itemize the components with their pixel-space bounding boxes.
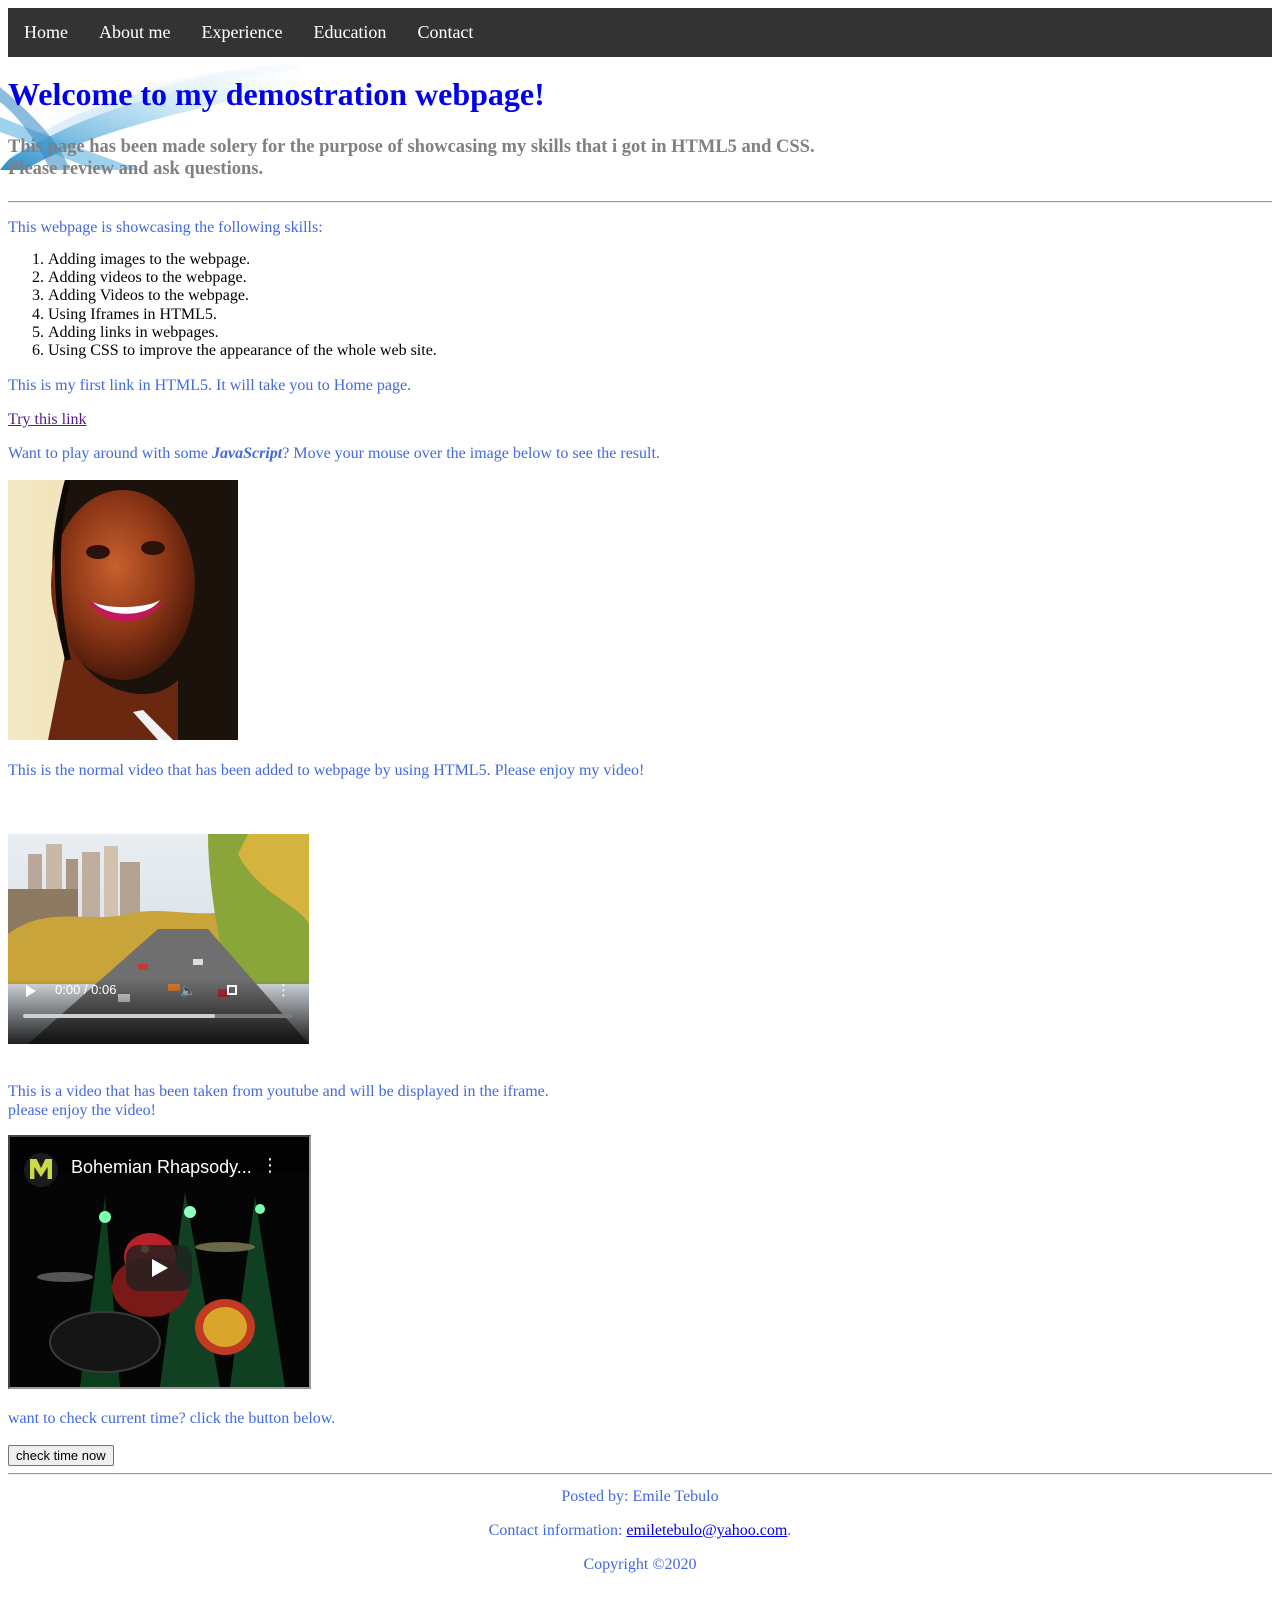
intro-line-1: This page has been made solery for the p… bbox=[8, 137, 815, 157]
video-progress-bar[interactable] bbox=[23, 1014, 293, 1018]
page-title: Welcome to my demostration webpage! bbox=[8, 76, 545, 112]
link-section-wrapper: Try this link bbox=[8, 410, 87, 429]
footer-posted-by: Posted by: Emile Tebulo bbox=[561, 1488, 719, 1505]
iframe-play-button[interactable] bbox=[126, 1245, 192, 1291]
nav-link-experience[interactable]: Experience bbox=[186, 8, 298, 57]
fullscreen-icon[interactable] bbox=[227, 985, 237, 995]
nav-link-education[interactable]: Education bbox=[298, 8, 402, 57]
video-progress-fill bbox=[23, 1014, 215, 1018]
skills-heading: This webpage is showcasing the following… bbox=[8, 219, 323, 236]
list-item: Adding videos to the webpage. bbox=[48, 269, 437, 287]
list-item: Adding images to the webpage. bbox=[48, 251, 437, 269]
footer-copyright: Copyright ©2020 bbox=[583, 1556, 697, 1573]
video-section-text: This is the normal video that has been a… bbox=[8, 762, 645, 779]
js-text-before: Want to play around with some bbox=[8, 445, 213, 462]
list-item: Adding Videos to the webpage. bbox=[48, 287, 437, 305]
footer-contact-label: Contact information: bbox=[488, 1522, 627, 1539]
iframe-section-text: This is a video that has been taken from… bbox=[8, 1082, 549, 1120]
check-time-button[interactable]: check time now bbox=[8, 1445, 114, 1466]
youtube-iframe[interactable]: Bohemian Rhapsody... ⋮ bbox=[8, 1135, 311, 1389]
html5-video-player[interactable]: 0:00 / 0:06 🔈 ⋮ bbox=[8, 834, 309, 1044]
list-item: Using CSS to improve the appearance of t… bbox=[48, 342, 437, 360]
divider-top bbox=[8, 201, 1272, 203]
portrait-photo[interactable] bbox=[8, 479, 239, 740]
nav-link-about-me[interactable]: About me bbox=[84, 8, 187, 57]
footer-contact: Contact information: emiletebulo@yahoo.c… bbox=[488, 1522, 792, 1539]
js-text-after: ? Move your mouse over the image below t… bbox=[282, 445, 660, 462]
top-navbar: Home About me Experience Education Conta… bbox=[8, 8, 1272, 57]
divider-bottom bbox=[8, 1473, 1272, 1475]
iframe-video-title[interactable]: Bohemian Rhapsody... bbox=[71, 1157, 252, 1178]
list-item: Adding links in webpages. bbox=[48, 324, 437, 342]
skills-list: Adding images to the webpage. Adding vid… bbox=[8, 251, 437, 360]
iframe-more-icon[interactable]: ⋮ bbox=[261, 1155, 279, 1176]
link-section-text: This is my first link in HTML5. It will … bbox=[8, 377, 412, 394]
video-time: 0:00 / 0:06 bbox=[55, 982, 117, 997]
channel-logo-icon bbox=[30, 1159, 52, 1179]
play-icon[interactable] bbox=[26, 985, 36, 997]
iframe-line-1: This is a video that has been taken from… bbox=[8, 1083, 549, 1100]
intro-text: This page has been made solery for the p… bbox=[8, 136, 815, 180]
list-item: Using Iframes in HTML5. bbox=[48, 306, 437, 324]
try-this-link[interactable]: Try this link bbox=[8, 411, 87, 428]
intro-line-2: Please review and ask questions. bbox=[8, 159, 264, 179]
play-icon bbox=[152, 1259, 168, 1277]
js-emphasis: JavaScript bbox=[212, 445, 283, 462]
js-section-text: Want to play around with some JavaScript… bbox=[8, 444, 660, 463]
nav-link-home[interactable]: Home bbox=[8, 8, 84, 57]
nav-link-contact[interactable]: Contact bbox=[402, 8, 489, 57]
more-options-icon[interactable]: ⋮ bbox=[276, 981, 291, 999]
footer-email-link[interactable]: emiletebulo@yahoo.com bbox=[626, 1522, 787, 1539]
video-controls: 0:00 / 0:06 🔈 ⋮ bbox=[8, 980, 309, 1044]
time-section-text: want to check current time? click the bu… bbox=[8, 1410, 336, 1427]
volume-icon[interactable]: 🔈 bbox=[180, 984, 196, 999]
iframe-line-2: please enjoy the video! bbox=[8, 1102, 156, 1119]
channel-avatar[interactable] bbox=[24, 1153, 58, 1187]
